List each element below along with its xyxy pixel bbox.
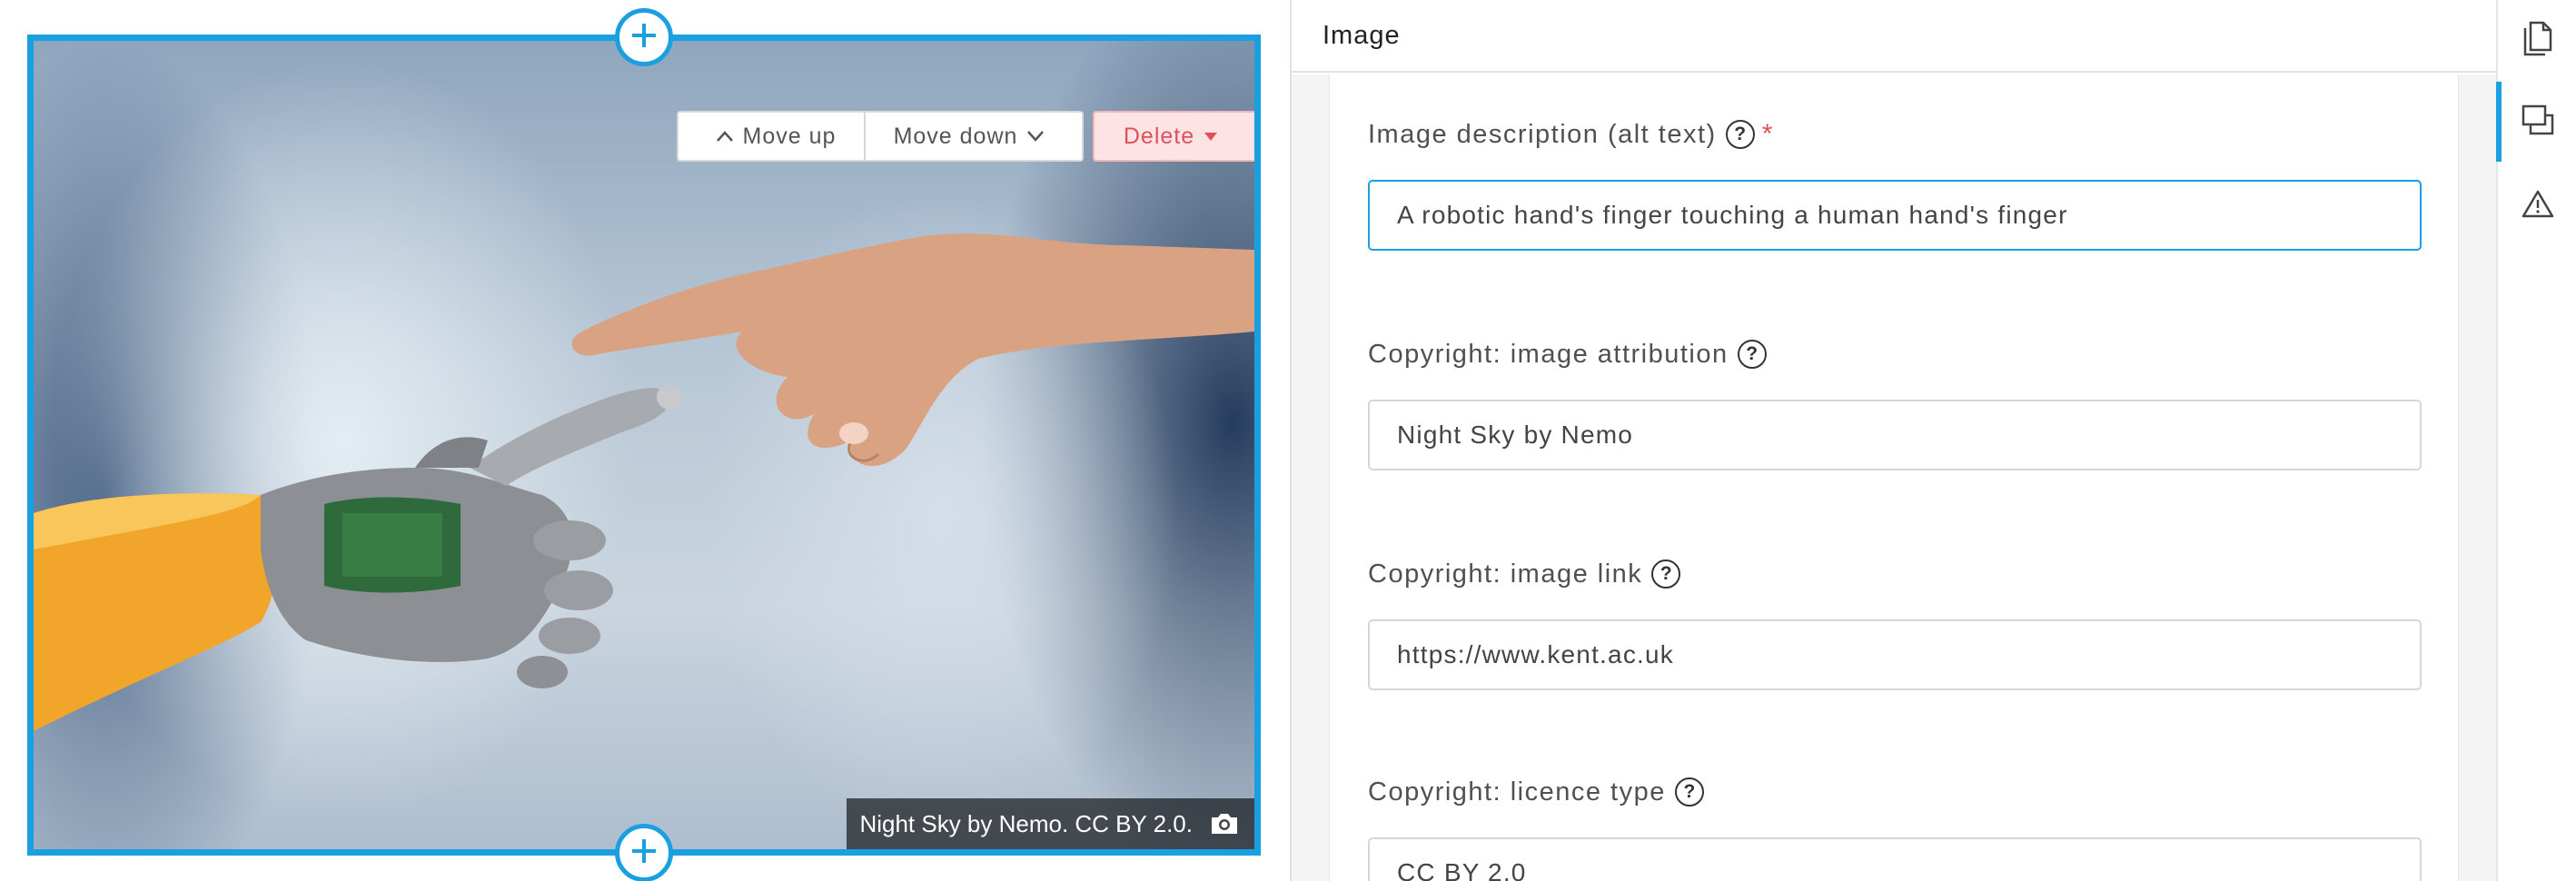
panel-header: Image — [1292, 0, 2496, 73]
alt-text-field: Image description (alt text) ? * — [1368, 116, 2422, 251]
block-toolbar: Move up Move down Delete — [677, 111, 1254, 162]
attribution-field: Copyright: image attribution ? — [1368, 336, 2422, 470]
block-settings-panel: Image Image description (alt text) ? * C… — [1290, 0, 2496, 881]
move-down-button[interactable]: Move down — [866, 111, 1084, 162]
robot-human-hands-image — [34, 41, 1254, 849]
image-block[interactable]: Move up Move down Delete Night Sky by Ne… — [27, 35, 1261, 856]
block-tab[interactable] — [2496, 82, 2576, 162]
plus-icon — [628, 835, 660, 871]
delete-label: Delete — [1123, 123, 1195, 149]
move-up-button[interactable]: Move up — [677, 111, 866, 162]
required-marker: * — [1761, 119, 1774, 149]
help-icon[interactable]: ? — [1725, 120, 1755, 149]
attribution-label: Copyright: image attribution ? — [1368, 336, 2422, 372]
panel-gutter-left — [1292, 74, 1330, 881]
licence-type-label-text: Copyright: licence type — [1368, 777, 1666, 807]
attribution-label-text: Copyright: image attribution — [1368, 339, 1729, 369]
editor-sidebar — [2496, 0, 2576, 881]
image-credit-caption: Night Sky by Nemo. CC BY 2.0. — [847, 798, 1254, 849]
panel-scrollbar-track[interactable] — [2458, 74, 2496, 881]
help-icon[interactable]: ? — [1651, 559, 1681, 589]
alt-text-input[interactable] — [1368, 180, 2422, 251]
attribution-input[interactable] — [1368, 400, 2422, 470]
image-link-field: Copyright: image link ? — [1368, 556, 2422, 690]
help-icon[interactable]: ? — [1674, 777, 1704, 807]
image-link-input[interactable] — [1368, 619, 2422, 690]
move-up-label: Move up — [742, 123, 837, 149]
panel-title: Image — [1323, 20, 1401, 50]
block-settings-icon — [2521, 104, 2555, 140]
delete-button[interactable]: Delete — [1093, 111, 1254, 162]
document-tab[interactable] — [2498, 0, 2576, 80]
chevron-up-icon — [716, 130, 734, 143]
documents-icon — [2522, 20, 2554, 60]
image-link-label: Copyright: image link ? — [1368, 556, 2422, 592]
credit-text: Night Sky by Nemo. CC BY 2.0. — [859, 809, 1193, 837]
licence-type-label: Copyright: licence type ? — [1368, 774, 2422, 810]
move-down-label: Move down — [893, 123, 1018, 149]
hands-illustration — [34, 233, 1254, 731]
caret-down-icon — [1204, 131, 1218, 142]
warning-icon — [2522, 189, 2554, 222]
camera-icon — [1209, 811, 1240, 836]
add-block-above-button[interactable] — [615, 8, 673, 66]
plus-icon — [628, 19, 660, 55]
image-link-label-text: Copyright: image link — [1368, 559, 1643, 589]
add-block-below-button[interactable] — [615, 824, 673, 881]
help-icon[interactable]: ? — [1737, 340, 1767, 369]
alt-text-label: Image description (alt text) ? * — [1368, 116, 2422, 153]
chevron-down-icon — [1026, 130, 1045, 143]
licence-type-field: Copyright: licence type ? — [1368, 774, 2422, 881]
licence-type-select[interactable] — [1368, 837, 2422, 881]
alt-text-label-text: Image description (alt text) — [1368, 119, 1717, 149]
warnings-tab[interactable] — [2498, 165, 2576, 245]
